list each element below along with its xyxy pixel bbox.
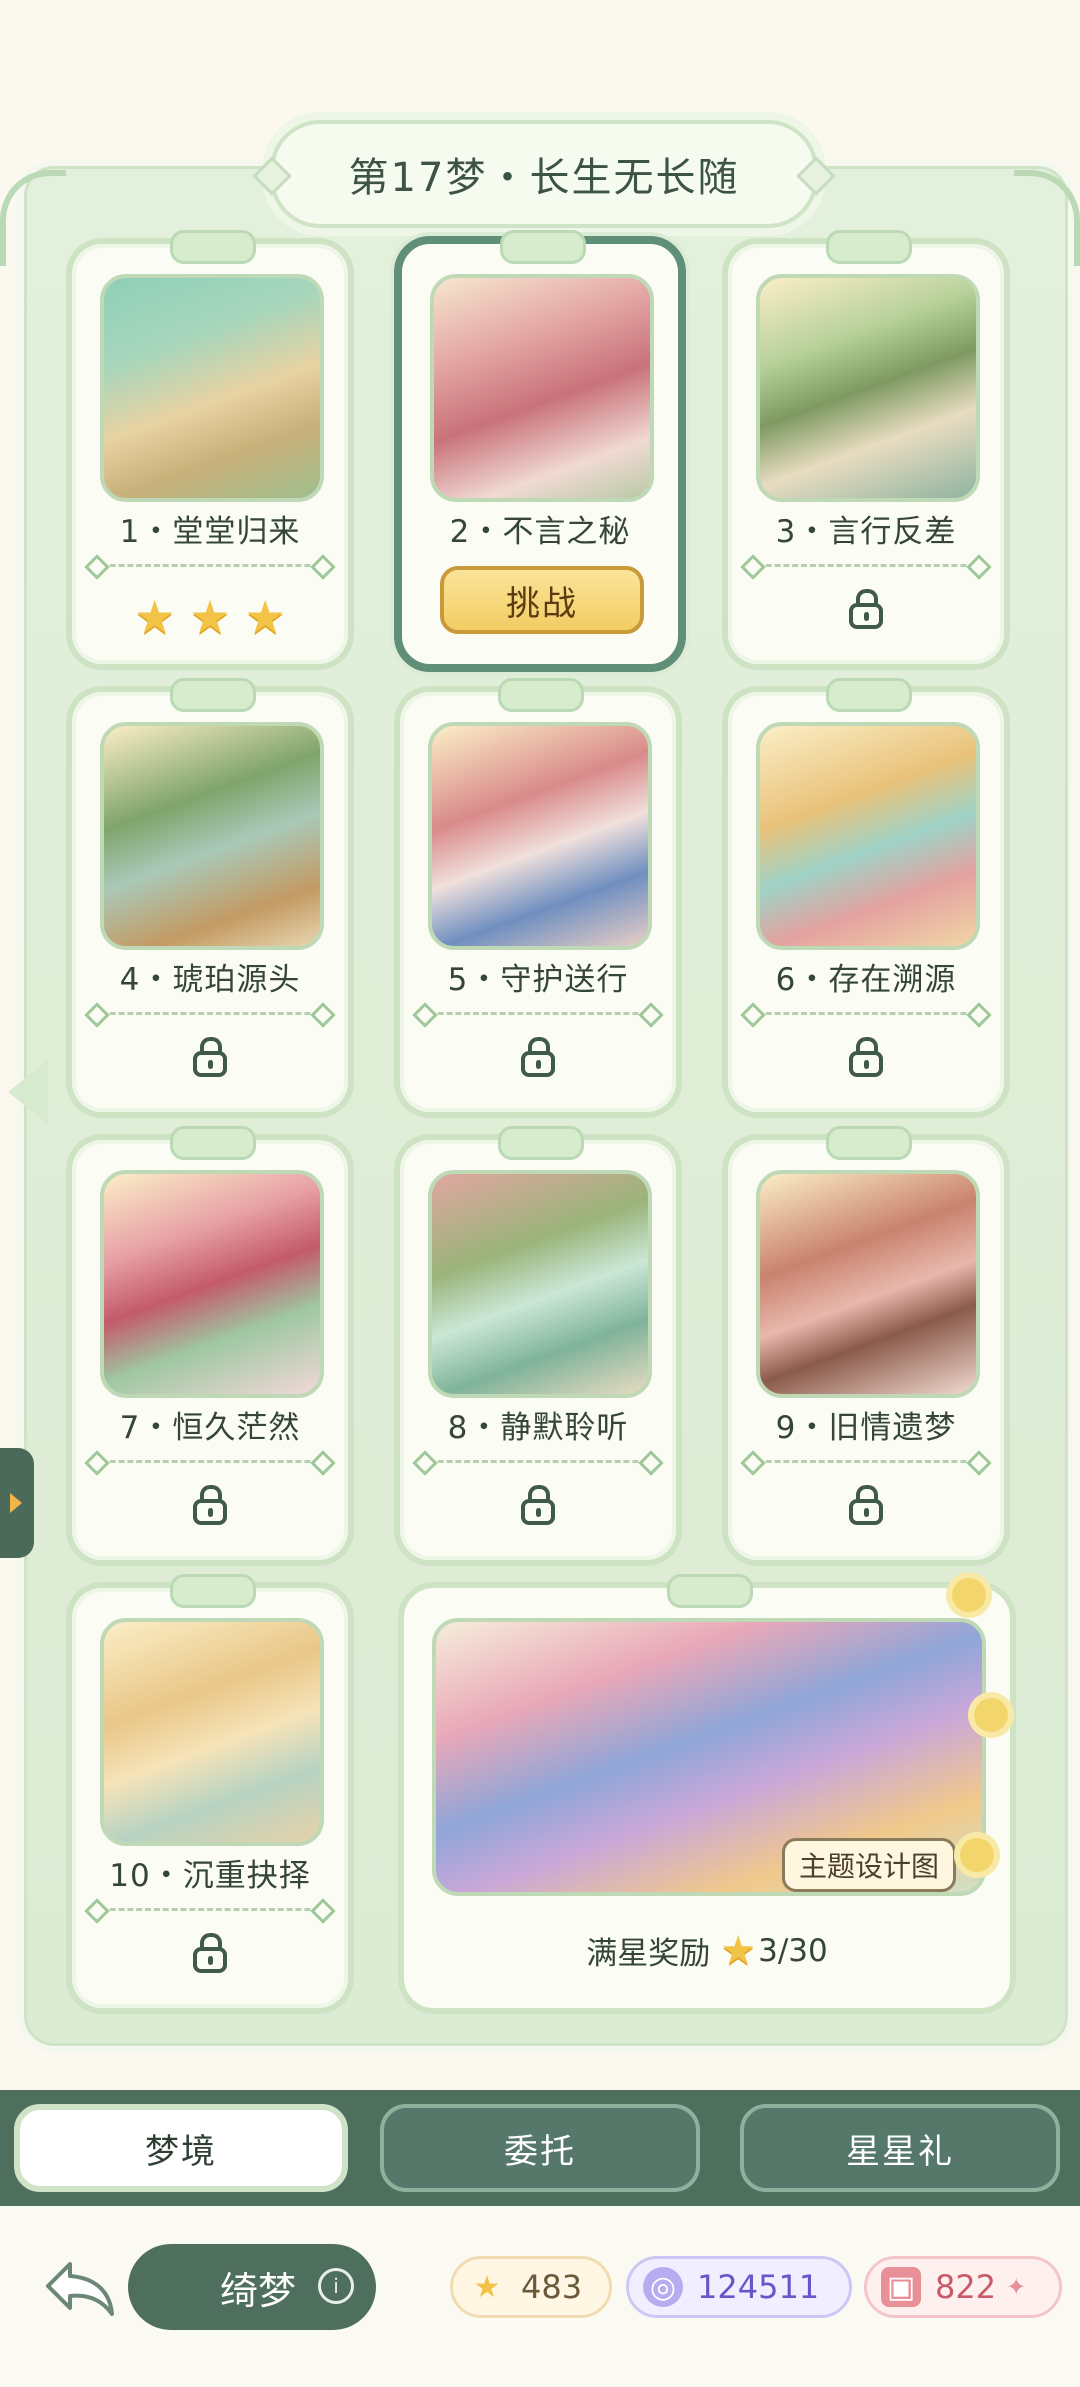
lock-icon [849, 1485, 883, 1525]
bow-decoration [667, 1574, 753, 1608]
full-star-reward-card[interactable]: 主题设计图 满星奖励 ★ 3/30 [398, 1574, 1016, 2014]
lock-icon [521, 1485, 555, 1525]
divider [92, 1012, 328, 1015]
previous-chapter-arrow[interactable] [8, 1060, 48, 1124]
divider [748, 564, 984, 567]
level-card-8[interactable]: 8・静默聆听 [394, 1126, 682, 1566]
gem-count: 124511 [697, 2268, 820, 2306]
bow-decoration [170, 1574, 256, 1608]
star-count: 483 [521, 2268, 583, 2306]
bow-decoration [826, 230, 912, 264]
star-icon: ★ [720, 1927, 757, 1974]
bow-decoration [826, 1126, 912, 1160]
level-thumbnail [100, 1170, 324, 1398]
tab-star-gift[interactable]: 星星礼 [740, 2104, 1060, 2192]
level-label: 3・言行反差 [775, 514, 957, 550]
side-drawer-toggle[interactable] [0, 1448, 34, 1558]
bow-decoration [500, 230, 586, 264]
level-card-6[interactable]: 6・存在溯源 [722, 678, 1010, 1118]
back-arrow-icon[interactable] [40, 2254, 120, 2324]
lock-icon [849, 589, 883, 629]
star-icon: ★ [244, 590, 286, 644]
add-icon[interactable]: ✦ [1006, 2273, 1026, 2301]
level-card-1[interactable]: 1・堂堂归来 ★ ★ ★ [66, 230, 354, 670]
flower-decoration [960, 1838, 994, 1872]
bow-decoration [498, 678, 584, 712]
reward-count: 3/30 [758, 1932, 828, 1969]
level-label: 8・静默聆听 [447, 1410, 629, 1446]
lock-icon [193, 1485, 227, 1525]
level-card-9[interactable]: 9・旧情遗梦 [722, 1126, 1010, 1566]
chapter-title: 第17梦・长生无长随 [270, 120, 818, 228]
card-currency[interactable]: ▣ 822 ✦ [864, 2256, 1062, 2318]
level-thumbnail [430, 274, 654, 502]
level-label: 1・堂堂归来 [119, 514, 301, 550]
level-thumbnail [756, 722, 980, 950]
star-icon: ★ [189, 590, 231, 644]
chapter-name-pill[interactable]: 绮梦 i [128, 2244, 376, 2330]
level-label: 5・守护送行 [447, 962, 629, 998]
level-thumbnail [428, 722, 652, 950]
level-card-10[interactable]: 10・沉重抉择 [66, 1574, 354, 2014]
divider [420, 1460, 656, 1463]
star-icon: ★ [473, 2269, 501, 2305]
star-icon: ★ [134, 590, 176, 644]
tab-commission[interactable]: 委托 [380, 2104, 700, 2192]
divider [92, 564, 328, 567]
level-label: 6・存在溯源 [775, 962, 957, 998]
reward-progress: 满星奖励 ★ 3/30 [404, 1928, 1010, 1973]
level-label: 2・不言之秘 [449, 514, 631, 550]
level-card-3[interactable]: 3・言行反差 [722, 230, 1010, 670]
bow-decoration [170, 1126, 256, 1160]
star-currency[interactable]: ★ 483 [450, 2256, 612, 2318]
bow-decoration [498, 1126, 584, 1160]
divider [420, 1012, 656, 1015]
divider [92, 1460, 328, 1463]
lock-icon [849, 1037, 883, 1077]
tab-dream[interactable]: 梦境 [14, 2104, 348, 2192]
level-card-4[interactable]: 4・琥珀源头 [66, 678, 354, 1118]
level-label: 4・琥珀源头 [119, 962, 301, 998]
info-icon[interactable]: i [318, 2268, 354, 2304]
level-label: 7・恒久茫然 [119, 1410, 301, 1446]
lock-icon [193, 1933, 227, 1973]
gem-icon: ◎ [643, 2267, 683, 2307]
level-thumbnail [100, 722, 324, 950]
divider [748, 1012, 984, 1015]
card-count: 822 [935, 2268, 997, 2306]
level-thumbnail [756, 274, 980, 502]
level-card-7[interactable]: 7・恒久茫然 [66, 1126, 354, 1566]
flower-decoration [974, 1698, 1008, 1732]
gem-currency[interactable]: ◎ 124511 [626, 2256, 852, 2318]
challenge-button[interactable]: 挑战 [440, 566, 644, 634]
card-icon: ▣ [881, 2267, 921, 2307]
reward-label: 满星奖励 [586, 1936, 711, 1972]
level-thumbnail [428, 1170, 652, 1398]
level-card-2[interactable]: 2・不言之秘 挑战 [394, 230, 686, 672]
level-label: 10・沉重抉择 [109, 1858, 311, 1894]
bow-decoration [826, 678, 912, 712]
level-thumbnail [756, 1170, 980, 1398]
chapter-name: 绮梦 [220, 2268, 297, 2313]
lock-icon [193, 1037, 227, 1077]
level-label: 9・旧情遗梦 [775, 1410, 957, 1446]
divider [92, 1908, 328, 1911]
level-card-5[interactable]: 5・守护送行 [394, 678, 682, 1118]
tab-bar: 梦境 委托 星星礼 [0, 2090, 1080, 2206]
lock-icon [521, 1037, 555, 1077]
flower-decoration [952, 1578, 986, 1612]
level-thumbnail [100, 1618, 324, 1846]
level-thumbnail [100, 274, 324, 502]
star-rating: ★ ★ ★ [72, 594, 348, 640]
divider [748, 1460, 984, 1463]
theme-design-tag: 主题设计图 [782, 1838, 957, 1892]
vine-decoration [0, 170, 66, 266]
bow-decoration [170, 678, 256, 712]
bow-decoration [170, 230, 256, 264]
footer-bar: 绮梦 i ★ 483 ◎ 124511 ▣ 822 ✦ [0, 2206, 1080, 2387]
